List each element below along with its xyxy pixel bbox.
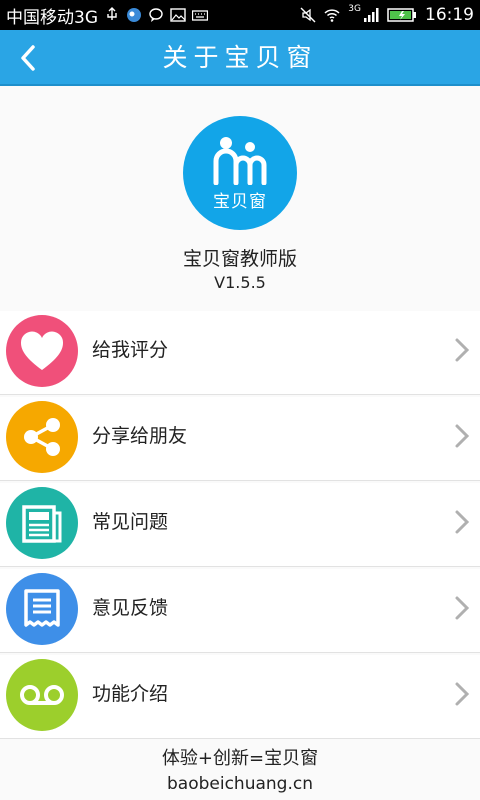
keyboard-icon — [192, 10, 208, 21]
page-title: 关于宝贝窗 — [162, 43, 318, 72]
menu-label-share: 分享给朋友 — [92, 425, 188, 447]
chevron-right-icon — [455, 682, 470, 706]
app-notification-icon — [127, 8, 141, 22]
clock: 16:19 — [425, 5, 474, 25]
menu-label-feedback: 意见反馈 — [92, 597, 169, 619]
image-icon — [170, 8, 186, 22]
app-version: V1.5.5 — [214, 273, 266, 292]
newspaper-icon — [6, 487, 78, 559]
menu-label-faq: 常见问题 — [92, 511, 169, 533]
wifi-icon — [324, 9, 340, 22]
network-type-badge: 3G — [348, 4, 361, 14]
chevron-right-icon — [455, 424, 470, 448]
website-link[interactable]: baobeichuang.cn — [0, 774, 480, 794]
title-bar: 关于宝贝窗 — [0, 30, 480, 86]
slogan: 体验+创新=宝贝窗 — [161, 748, 319, 769]
receipt-icon — [6, 573, 78, 645]
menu-label-rate: 给我评分 — [92, 339, 169, 361]
status-bar: 中国移动3G 3G 16:19 — [0, 0, 480, 30]
chevron-right-icon — [455, 510, 470, 534]
message-icon — [149, 8, 163, 22]
logo-text: 宝贝窗 — [213, 191, 267, 212]
menu-list: 给我评分 分享给朋友 常见问题 意见反馈 功能介绍 — [0, 311, 480, 741]
battery-icon — [387, 8, 416, 22]
heart-icon — [6, 315, 78, 387]
signal-icon — [364, 8, 379, 22]
mute-icon — [300, 7, 316, 23]
share-icon — [6, 401, 78, 473]
menu-item-feedback[interactable]: 意见反馈 — [0, 569, 480, 653]
menu-item-faq[interactable]: 常见问题 — [0, 483, 480, 567]
chevron-right-icon — [455, 338, 470, 362]
menu-item-features[interactable]: 功能介绍 — [0, 655, 480, 739]
about-content: 宝贝窗 宝贝窗教师版 V1.5.5 给我评分 分享给朋友 常见问题 意见反馈 功… — [0, 86, 480, 800]
app-logo: 宝贝窗 — [183, 116, 297, 230]
family-logo-icon — [213, 136, 267, 185]
menu-label-features: 功能介绍 — [92, 683, 169, 705]
menu-item-rate[interactable]: 给我评分 — [0, 311, 480, 395]
carrier-label: 中国移动3G — [6, 7, 98, 28]
chevron-right-icon — [455, 596, 470, 620]
menu-item-share[interactable]: 分享给朋友 — [0, 397, 480, 481]
usb-icon — [107, 7, 117, 20]
voicemail-icon — [6, 659, 78, 731]
app-name: 宝贝窗教师版 — [182, 248, 297, 270]
